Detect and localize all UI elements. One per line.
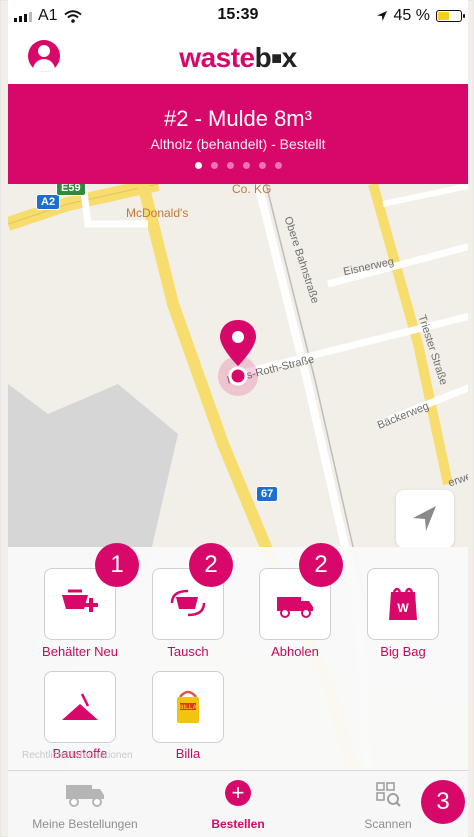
page-dot	[226, 162, 234, 169]
action-label: Billa	[175, 746, 201, 761]
status-bar: A1 15:39 45 %	[8, 0, 468, 30]
svg-text:W: W	[397, 601, 409, 615]
order-banner[interactable]: #2 - Mulde 8m³ Altholz (behandelt) - Bes…	[8, 84, 468, 184]
building-materials-icon	[62, 693, 98, 720]
wastebox-logo: wasteb■x	[179, 42, 297, 73]
status-right: 45 %	[376, 7, 465, 25]
page-indicator[interactable]	[8, 162, 468, 169]
tab-bar: Meine Bestellungen + Bestellen Scannen	[8, 770, 468, 837]
qr-scan-icon	[376, 782, 401, 807]
tab-order[interactable]: + Bestellen	[163, 771, 313, 837]
tab-my-orders[interactable]: Meine Bestellungen	[10, 771, 160, 837]
billa-bag-icon: BILLA	[177, 690, 199, 723]
road-shield-a2: A2	[36, 194, 61, 210]
action-label: Abholen	[271, 644, 319, 659]
order-title: #2 - Mulde 8m³	[164, 106, 312, 131]
new-container-icon	[62, 589, 98, 612]
building-materials-button[interactable]	[44, 671, 116, 743]
page-dot	[194, 162, 202, 169]
poi-co-kg: Co. KG	[232, 184, 272, 196]
big-bag-icon: W	[389, 587, 417, 620]
step-badge: 2	[299, 543, 343, 587]
svg-text:BILLA: BILLA	[179, 705, 197, 711]
action-label: Behälter Neu	[42, 644, 118, 659]
map-legal-link[interactable]: Rechtliche Informationen	[22, 750, 133, 761]
action-label: Tausch	[167, 644, 209, 659]
step-badge: 1	[95, 543, 139, 587]
page-dot	[258, 162, 266, 169]
road-minor-2	[382, 184, 468, 207]
navigation-arrow-icon	[413, 506, 436, 531]
location-arrow-icon	[376, 11, 387, 21]
page-dot	[242, 162, 250, 169]
page-dot	[210, 162, 218, 169]
battery-percent: 45 %	[393, 7, 430, 24]
battery-icon	[436, 10, 465, 22]
tab-label: Bestellen	[211, 817, 265, 831]
locate-me-button[interactable]	[396, 490, 454, 548]
poi-mcdonalds: McDonald's	[126, 206, 189, 220]
tab-label: Meine Bestellungen	[32, 817, 138, 831]
truck-icon	[66, 785, 104, 807]
order-subtitle: Altholz (behandelt) - Bestellt	[150, 136, 326, 152]
step-badge: 3	[421, 780, 465, 824]
page-dot	[274, 162, 282, 169]
app-header: wasteb■x	[8, 30, 468, 84]
big-bag-button[interactable]: W	[367, 568, 439, 640]
road-shield-e: E59	[56, 184, 86, 196]
swap-container-icon	[170, 589, 206, 617]
step-badge: 2	[189, 543, 233, 587]
road-shield-67: 67	[256, 486, 279, 502]
pickup-truck-icon	[277, 597, 313, 618]
plus-circle-icon: +	[225, 780, 251, 806]
action-label: Big Bag	[380, 644, 426, 659]
billa-button[interactable]: BILLA	[152, 671, 224, 743]
